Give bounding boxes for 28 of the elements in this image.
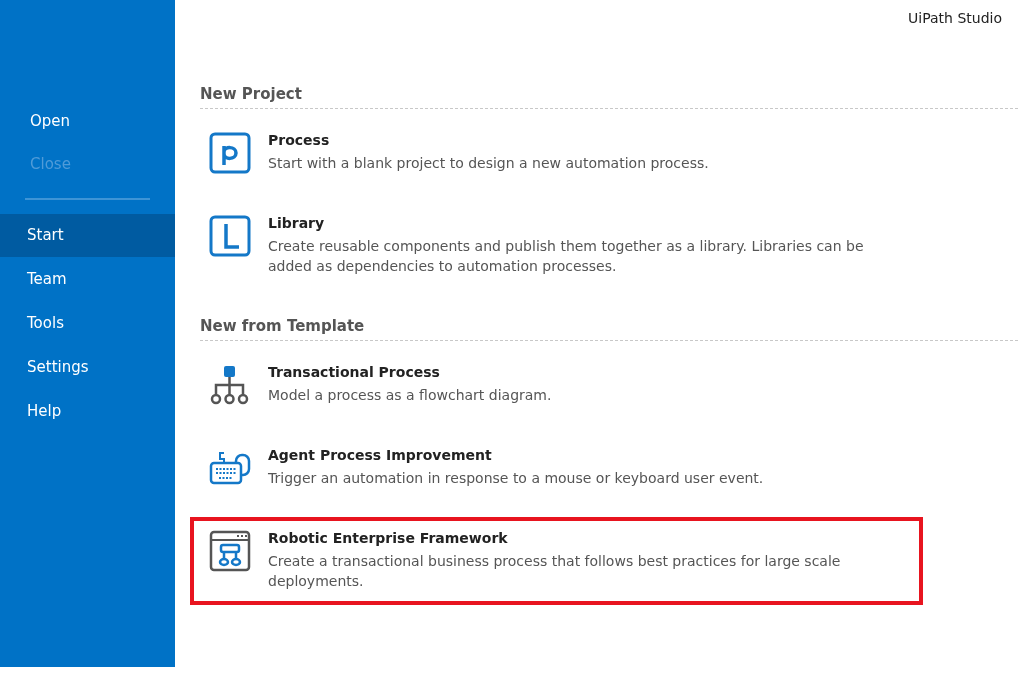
template-item[interactable]: Library Create reusable components and publish them together as a library. Libraries can be added as dependencies to automation processes. [190, 202, 923, 290]
window-diagram-icon [209, 530, 251, 572]
item-description: Create reusable components and publish them together as a library. Libraries can be added as dependencies to automation processes. [268, 237, 865, 276]
nav-item[interactable]: Help [0, 390, 175, 433]
item-description: Create a transactional business process that follows best practices for large scale deployments. [268, 552, 842, 591]
flowchart-icon [209, 364, 251, 406]
item-description: Model a process as a flowchart diagram. [268, 386, 552, 405]
template-item[interactable]: Process Start with a blank project to design a new automation process. [190, 119, 923, 188]
template-item[interactable]: Transactional Process Model a process as a flowchart diagram. [190, 351, 923, 420]
library-icon [209, 215, 251, 257]
item-title: Library [268, 215, 326, 231]
nav-item[interactable]: Tools [0, 302, 175, 345]
nav-item[interactable]: Settings [0, 346, 175, 389]
process-icon [209, 132, 251, 174]
item-title: Robotic Enterprise Framework [268, 530, 509, 546]
template-item[interactable]: Agent Process Improvement Trigger an automation in response to a mouse or keyboard user event. [190, 434, 923, 503]
section-heading: New from Template [200, 317, 1018, 341]
nav-item[interactable]: Team [0, 258, 175, 301]
nav-item[interactable]: Start [0, 214, 175, 257]
section-heading: New Project [200, 85, 1018, 109]
item-description: Start with a blank project to design a new automation process. [268, 154, 709, 173]
highlighted-template-item[interactable]: Robotic Enterprise Framework Create a transactional business process that follows best practices for large scale deployments. [190, 517, 923, 605]
item-description: Trigger an automation in response to a mouse or keyboard user event. [268, 469, 764, 488]
item-title: Transactional Process [268, 364, 441, 380]
item-title: Agent Process Improvement [268, 447, 493, 463]
window-title: UiPath Studio [908, 10, 1002, 28]
menu-item[interactable]: Open [0, 108, 175, 151]
item-title: Process [268, 132, 331, 148]
